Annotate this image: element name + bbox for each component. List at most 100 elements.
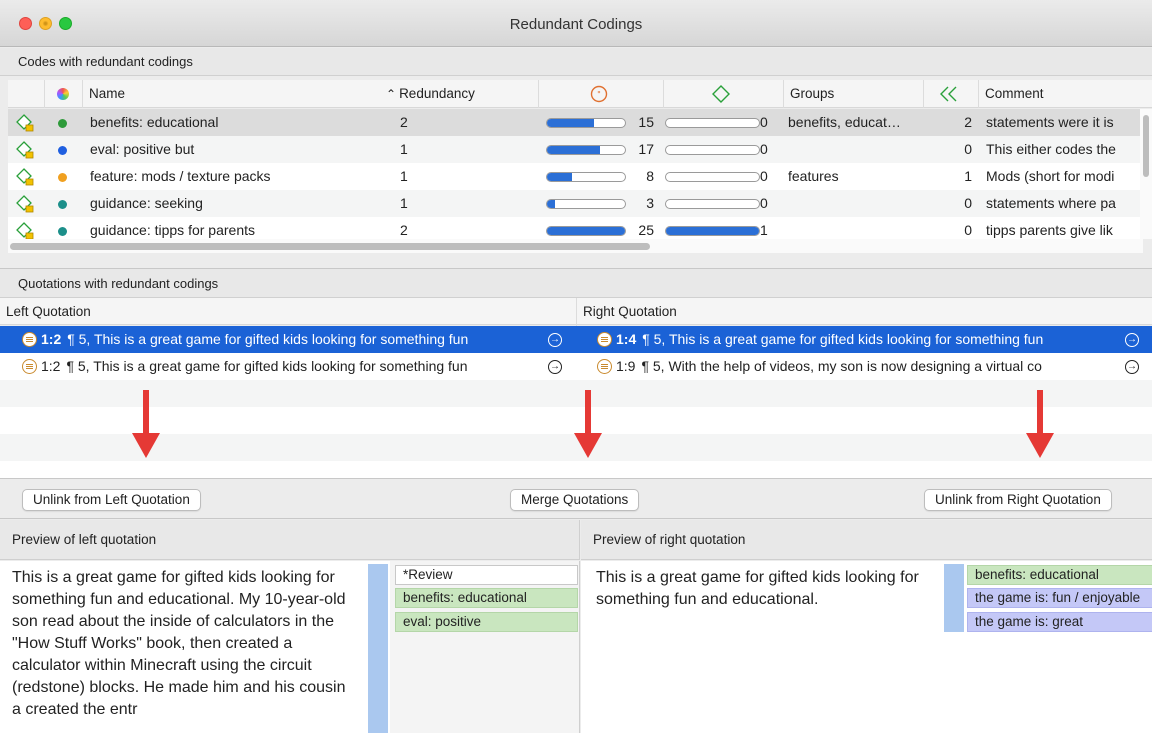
- left-quotation-text: ¶ 5, This is a great game for gifted kid…: [66, 358, 468, 374]
- codes-vertical-scrollbar[interactable]: [1140, 109, 1152, 239]
- code-links-icon: [940, 86, 957, 102]
- left-preview-text: This is a great game for gifted kids loo…: [12, 569, 346, 718]
- code-row[interactable]: benefits: educational 2 15 0 benefits, educa…: [8, 109, 1152, 136]
- right-quotation-cell: 1:9 ¶ 5, With the help of videos, my son …: [597, 353, 1117, 380]
- color-wheel-icon: [57, 88, 69, 100]
- code-row[interactable]: guidance: tipps for parents 2 25 1 0 tipps pa…: [8, 217, 1152, 239]
- left-quotation-column-header[interactable]: Left Quotation: [0, 298, 578, 326]
- quotation-icon: [597, 359, 612, 374]
- code-icon: [16, 114, 34, 132]
- quotation-count: 17: [638, 141, 654, 157]
- code-color-dot: [58, 173, 67, 182]
- name-column-header[interactable]: Name: [82, 80, 392, 108]
- go-to-quotation-icon[interactable]: →: [1125, 360, 1139, 374]
- code-row[interactable]: eval: positive but 1 17 0 0 This either codes…: [8, 136, 1152, 163]
- code-name: benefits: educational: [90, 114, 219, 130]
- window-title: Redundant Codings: [509, 16, 643, 33]
- quotation-icon: [22, 332, 37, 347]
- quotations-column-header[interactable]: ": [538, 80, 663, 108]
- right-quotation-column-header[interactable]: Right Quotation: [576, 298, 1152, 326]
- code-diamond-icon: [712, 85, 730, 103]
- code-groups: [788, 136, 923, 163]
- code-name: guidance: tipps for parents: [90, 222, 255, 238]
- code-icon: [16, 141, 34, 159]
- code-count-bar: [665, 172, 760, 182]
- codes-column-header[interactable]: [663, 80, 783, 108]
- code-count: 0: [760, 141, 768, 157]
- redundancy-column-header[interactable]: ⌃ Redundancy: [380, 80, 540, 108]
- go-to-quotation-icon[interactable]: →: [548, 360, 562, 374]
- merge-quotations-button[interactable]: Merge Quotations: [510, 489, 640, 511]
- code-icon: [16, 195, 34, 213]
- code-groups: [788, 190, 923, 217]
- link-count: 1: [964, 168, 972, 184]
- left-quotation-id: 1:2: [41, 331, 62, 347]
- right-preview-title: Preview of right quotation: [581, 520, 1152, 560]
- redundancy-value: 1: [400, 141, 408, 157]
- quotation-icon: [597, 332, 612, 347]
- redundancy-value: 2: [400, 114, 408, 130]
- right-margin-bracket: [944, 564, 964, 632]
- code-row[interactable]: guidance: seeking 1 3 0 0 statements where pa: [8, 190, 1152, 217]
- links-column-header[interactable]: [923, 80, 978, 108]
- code-comment: statements were it is: [986, 114, 1114, 130]
- right-quotation-cell: 1:4 ¶ 5, This is a great game for gifted …: [597, 326, 1117, 353]
- code-count: 1: [760, 222, 768, 238]
- quotations-table-header: Left Quotation Right Quotation: [0, 298, 1152, 326]
- quotation-pair-row[interactable]: 1:2 ¶ 5, This is a great game for gifted …: [0, 326, 1152, 353]
- code-count: 0: [760, 168, 768, 184]
- quotation-count: 3: [646, 195, 654, 211]
- code-count-bar: [665, 199, 760, 209]
- groups-column-header[interactable]: Groups: [783, 80, 923, 108]
- code-row[interactable]: feature: mods / texture packs 1 8 0 features…: [8, 163, 1152, 190]
- quotation-pair-row[interactable]: 1:2 ¶ 5, This is a great game for gifted …: [0, 353, 1152, 380]
- quotations-table: 1:2 ¶ 5, This is a great game for gifted …: [0, 326, 1152, 478]
- margin-tag-eval-positive[interactable]: eval: positive: [395, 612, 578, 632]
- quotation-icon: [22, 359, 37, 374]
- left-quotation-cell: 1:2 ¶ 5, This is a great game for gifted …: [22, 353, 542, 380]
- quotation-count-icon: ": [590, 85, 608, 103]
- quotation-count-bar: [546, 172, 626, 182]
- left-quotation-id: 1:2: [41, 358, 61, 374]
- code-icon: [16, 222, 34, 239]
- margin-tag-game-great[interactable]: the game is: great: [967, 612, 1152, 632]
- color-column-header[interactable]: [44, 80, 82, 108]
- unlink-right-button[interactable]: Unlink from Right Quotation: [924, 489, 1112, 511]
- comment-column-header[interactable]: Comment: [978, 80, 1152, 108]
- go-to-quotation-icon[interactable]: →: [1125, 333, 1139, 347]
- quotations-section-title: Quotations with redundant codings: [0, 268, 1152, 298]
- code-color-dot: [58, 119, 67, 128]
- left-quotation-cell: 1:2 ¶ 5, This is a great game for gifted …: [22, 326, 542, 353]
- code-color-dot: [58, 146, 67, 155]
- code-count-bar: [665, 118, 760, 128]
- go-to-quotation-icon[interactable]: →: [548, 333, 562, 347]
- svg-text:": ": [597, 90, 601, 99]
- margin-tag-review[interactable]: *Review: [395, 565, 578, 585]
- link-count: 0: [964, 222, 972, 238]
- quotation-count-bar: [546, 226, 626, 236]
- redundancy-value: 1: [400, 195, 408, 211]
- link-count: 2: [964, 114, 972, 130]
- code-count-bar: [665, 145, 760, 155]
- codes-horizontal-scrollbar[interactable]: [8, 239, 1143, 253]
- code-icon: [16, 168, 34, 186]
- link-count: 0: [964, 195, 972, 211]
- right-quotation-id: 1:4: [616, 331, 637, 347]
- code-comment: Mods (short for modi: [986, 168, 1115, 184]
- code-groups: benefits, educat…: [788, 114, 901, 130]
- quotation-count-bar: [546, 199, 626, 209]
- left-preview-pane: This is a great game for gifted kids loo…: [0, 561, 580, 733]
- quotation-count: 25: [638, 222, 654, 238]
- left-preview-title: Preview of left quotation: [0, 520, 580, 560]
- code-count-bar: [665, 226, 760, 236]
- code-comment: statements where pa: [986, 195, 1116, 211]
- margin-tag-game-fun[interactable]: the game is: fun / enjoyable: [967, 588, 1152, 608]
- sort-ascending-icon: ⌃: [386, 87, 397, 101]
- title-bar: Redundant Codings: [0, 0, 1152, 47]
- margin-tag-benefits-educational[interactable]: benefits: educational: [395, 588, 578, 608]
- quotation-count-bar: [546, 118, 626, 128]
- margin-tag-benefits-educational[interactable]: benefits: educational: [967, 565, 1152, 585]
- codes-table: benefits: educational 2 15 0 benefits, educa…: [8, 109, 1152, 239]
- unlink-left-button[interactable]: Unlink from Left Quotation: [22, 489, 201, 511]
- empty-row: [0, 380, 1152, 407]
